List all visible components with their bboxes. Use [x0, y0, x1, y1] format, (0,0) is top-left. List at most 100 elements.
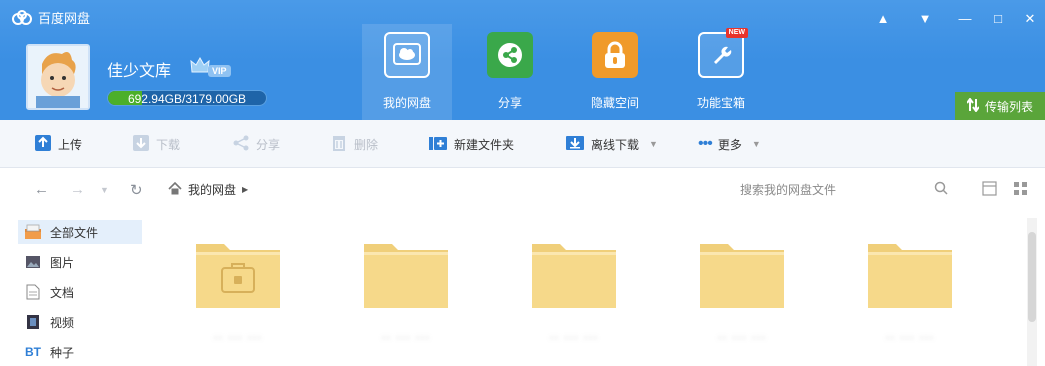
sidebar-item-label: 种子	[50, 345, 75, 360]
notification-icon[interactable]: ▲	[870, 8, 896, 30]
breadcrumb-chevron-icon[interactable]: ▶	[242, 185, 248, 194]
back-arrow-icon[interactable]: ←	[34, 181, 49, 198]
toolbox-icon: NEW	[698, 28, 748, 78]
document-icon	[24, 284, 42, 300]
all-files-icon	[24, 224, 42, 240]
grid-view-icon[interactable]	[1013, 181, 1028, 200]
folder-item[interactable]: ·· ··· ···	[692, 238, 792, 348]
share-small-icon	[232, 134, 250, 155]
upload-label: 上传	[58, 137, 83, 152]
folder-name: ·· ··· ···	[213, 330, 263, 344]
scrollbar-thumb[interactable]	[1028, 232, 1036, 322]
app-title: 百度网盘	[12, 8, 90, 27]
new-folder-button[interactable]: 新建文件夹	[428, 134, 514, 154]
sidebar-item-label: 文档	[50, 285, 75, 300]
search-icon[interactable]	[934, 181, 948, 199]
header-bar: 百度网盘 佳少文库 VIP 692.94GB/3179.00GB 我的网盘 分享…	[0, 0, 1045, 120]
history-chevron-down-icon[interactable]: ▼	[100, 185, 109, 195]
share-button[interactable]: 分享	[232, 134, 280, 154]
folder-name: ·· ··· ···	[549, 330, 599, 344]
offline-download-button[interactable]: 离线下载 ▼	[565, 134, 658, 154]
new-folder-icon	[428, 134, 448, 155]
transfer-arrows-icon	[966, 96, 980, 115]
address-bar: ← → ▼ ↻ 我的网盘 ▶	[0, 168, 1045, 212]
tab-toolbox[interactable]: NEW 功能宝箱	[676, 24, 766, 120]
list-view-icon[interactable]	[982, 181, 997, 200]
folder-icon	[698, 238, 786, 310]
offline-download-label: 离线下载	[591, 137, 640, 152]
cloud-icon	[384, 32, 430, 78]
search-input[interactable]	[740, 178, 960, 202]
transfer-list-button[interactable]: 传输列表	[955, 92, 1045, 120]
breadcrumb: 我的网盘 ▶	[168, 181, 248, 198]
sidebar-item-all-files[interactable]: 全部文件	[18, 220, 142, 244]
sidebar-item-label: 视频	[50, 315, 75, 330]
crown-icon	[190, 56, 210, 77]
sidebar-item-torrents[interactable]: BT 种子	[24, 340, 144, 364]
breadcrumb-root[interactable]: 我的网盘	[188, 181, 236, 198]
storage-quota-bar: 692.94GB/3179.00GB	[107, 90, 267, 106]
tab-hidden-space-label: 隐藏空间	[590, 96, 639, 110]
maximize-icon[interactable]: □	[985, 8, 1011, 30]
tab-share[interactable]: 分享	[465, 24, 555, 120]
close-icon[interactable]: ✕	[1017, 8, 1043, 30]
delete-button[interactable]: 删除	[330, 134, 378, 154]
folder-item[interactable]: ·· ··· ···	[524, 238, 624, 348]
toolbar: 上传 下载 分享 删除 新建文件夹 离线下载 ▼ ••• 更多 ▼	[0, 120, 1045, 168]
share-icon	[487, 32, 533, 78]
folder-icon	[866, 238, 954, 310]
sidebar-item-videos[interactable]: 视频	[24, 310, 144, 334]
home-icon[interactable]	[168, 181, 182, 198]
folder-name: ·· ··· ···	[717, 330, 767, 344]
private-folder-icon	[194, 238, 282, 310]
transfer-list-label: 传输列表	[984, 99, 1033, 114]
avatar[interactable]	[26, 44, 90, 110]
video-icon	[24, 314, 42, 330]
sidebar-item-images[interactable]: 图片	[24, 250, 144, 274]
tab-hidden-space[interactable]: 隐藏空间	[570, 24, 660, 120]
share-label: 分享	[256, 137, 281, 152]
chevron-down-icon: ▼	[751, 139, 761, 149]
folder-icon	[530, 238, 618, 310]
tab-toolbox-label: 功能宝箱	[696, 96, 745, 110]
tab-share-label: 分享	[497, 96, 522, 110]
vip-indicator: VIP	[190, 56, 231, 77]
minimize-icon[interactable]: —	[952, 8, 978, 30]
new-badge: NEW	[725, 28, 748, 38]
download-label: 下载	[156, 137, 181, 152]
sidebar-item-label: 图片	[50, 255, 75, 270]
tab-my-disk[interactable]: 我的网盘	[362, 24, 452, 120]
tab-my-disk-label: 我的网盘	[382, 96, 431, 110]
folder-item[interactable]: ·· ··· ···	[860, 238, 960, 348]
bt-icon: BT	[25, 345, 41, 359]
delete-label: 删除	[354, 137, 379, 152]
download-icon	[132, 134, 150, 155]
sidebar-item-label: 全部文件	[50, 225, 99, 240]
vertical-scrollbar[interactable]	[1027, 218, 1037, 366]
folder-item[interactable]: ·· ··· ···	[188, 238, 288, 348]
storage-quota-text: 692.94GB/3179.00GB	[127, 92, 247, 106]
more-button[interactable]: ••• 更多 ▼	[698, 134, 761, 154]
offline-download-icon	[565, 134, 585, 155]
refresh-icon[interactable]: ↻	[130, 181, 143, 199]
vip-badge: VIP	[208, 65, 231, 77]
folder-icon	[362, 238, 450, 310]
forward-arrow-icon[interactable]: →	[70, 181, 85, 198]
trash-icon	[330, 134, 348, 155]
image-icon	[24, 255, 42, 269]
menu-icon[interactable]: ▼	[912, 8, 938, 30]
baidu-cloud-logo-icon	[12, 9, 32, 26]
upload-button[interactable]: 上传	[34, 134, 82, 154]
file-grid: ·· ··· ··· ·· ··· ··· ·· ··· ··· ·· ··· …	[165, 212, 1025, 366]
sidebar: 全部文件 图片 文档 视频 BT 种子	[0, 212, 165, 366]
folder-item[interactable]: ·· ··· ···	[356, 238, 456, 348]
more-label: 更多	[717, 137, 742, 152]
more-dots-icon: •••	[698, 135, 713, 152]
folder-name: ·· ··· ···	[885, 330, 935, 344]
folder-name: ·· ··· ···	[381, 330, 431, 344]
app-title-text: 百度网盘	[38, 11, 91, 26]
lock-icon	[592, 32, 638, 78]
download-button[interactable]: 下载	[132, 134, 180, 154]
sidebar-item-documents[interactable]: 文档	[24, 280, 144, 304]
upload-icon	[34, 134, 52, 155]
